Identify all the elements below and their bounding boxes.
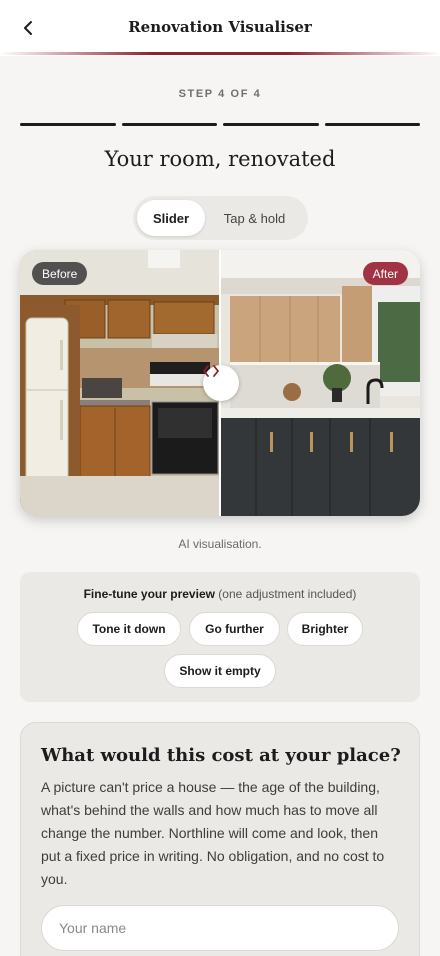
- cost-title: What would this cost at your place?: [41, 745, 401, 766]
- progress-segment: [20, 123, 116, 126]
- before-badge: Before: [32, 262, 88, 285]
- progress-segment: [324, 123, 420, 126]
- ai-caption: AI visualisation.: [178, 537, 262, 551]
- after-image: [220, 250, 420, 516]
- finetune-heading: Fine-tune your preview (one adjustment i…: [20, 587, 420, 601]
- toggle-slider[interactable]: Slider: [137, 200, 205, 236]
- name-input[interactable]: [41, 905, 399, 951]
- before-image: [20, 250, 220, 516]
- finetune-title: Fine-tune your preview: [83, 587, 215, 601]
- before-after-slider[interactable]: Before After: [20, 250, 420, 516]
- finetune-note: (one adjustment included): [218, 587, 357, 601]
- toggle-tap-hold[interactable]: Tap & hold: [205, 200, 304, 236]
- step-label: STEP 4 OF 4: [178, 88, 262, 100]
- progress-segment: [223, 123, 319, 126]
- code-arrows-icon: [203, 365, 219, 377]
- app-header: Renovation Visualiser: [0, 0, 440, 56]
- view-toggle: Slider Tap & hold: [133, 196, 308, 240]
- brighter-button[interactable]: Brighter: [287, 612, 363, 646]
- cost-body: A picture can't price a house — the age …: [41, 779, 385, 887]
- show-it-empty-button[interactable]: Show it empty: [164, 654, 276, 688]
- tone-it-down-button[interactable]: Tone it down: [77, 612, 181, 646]
- finetune-panel: Fine-tune your preview (one adjustment i…: [20, 572, 420, 702]
- header-title: Renovation Visualiser: [128, 18, 312, 36]
- after-badge: After: [362, 262, 408, 285]
- step-progress: [20, 123, 420, 127]
- cost-card: What would this cost at your place? A pi…: [20, 722, 420, 956]
- slider-handle[interactable]: [203, 365, 239, 401]
- go-further-button[interactable]: Go further: [189, 612, 280, 646]
- header-accent-line: [0, 52, 440, 55]
- page-title: Your room, renovated: [104, 147, 336, 171]
- progress-segment: [121, 123, 217, 126]
